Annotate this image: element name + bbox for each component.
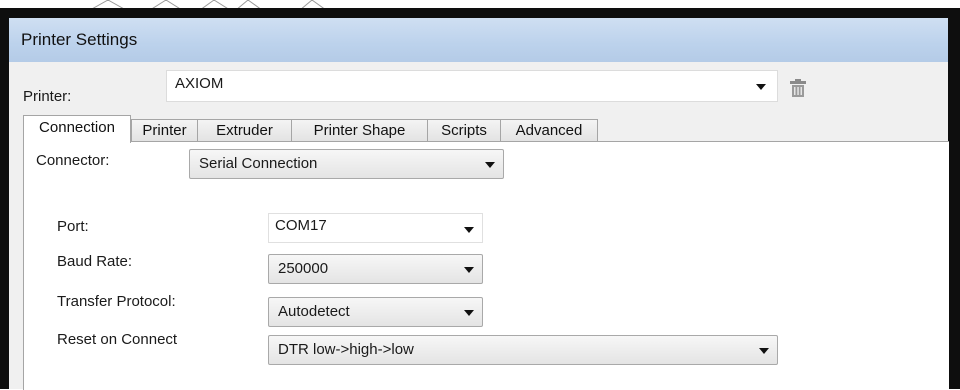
window-client-area: Printer: AXIOM Connection Printer Extrud… bbox=[9, 62, 949, 390]
tab-printer-shape[interactable]: Printer Shape bbox=[291, 119, 428, 142]
dropdown-arrow-icon bbox=[756, 84, 766, 90]
dropdown-arrow-icon bbox=[485, 162, 495, 168]
tab-scripts[interactable]: Scripts bbox=[427, 119, 501, 142]
transfer-protocol-label: Transfer Protocol: bbox=[57, 293, 176, 310]
printer-select[interactable]: AXIOM bbox=[166, 70, 778, 102]
tab-connection[interactable]: Connection bbox=[23, 115, 131, 143]
printer-settings-window: Printer Settings Printer: AXIOM Connecti… bbox=[0, 8, 960, 390]
tab-advanced[interactable]: Advanced bbox=[500, 119, 598, 142]
transfer-protocol-select-value: Autodetect bbox=[278, 303, 350, 320]
connector-select-value: Serial Connection bbox=[199, 155, 318, 172]
port-label: Port: bbox=[57, 218, 89, 235]
port-select[interactable]: COM17 bbox=[268, 213, 483, 243]
connector-label: Connector: bbox=[36, 152, 110, 169]
dropdown-arrow-icon bbox=[464, 267, 474, 273]
baud-rate-select[interactable]: 250000 bbox=[268, 254, 483, 284]
dropdown-arrow-icon bbox=[464, 227, 474, 233]
tab-printer[interactable]: Printer bbox=[131, 119, 198, 142]
baud-rate-select-value: 250000 bbox=[278, 260, 329, 277]
title-bar: Printer Settings bbox=[9, 18, 948, 62]
baud-rate-label: Baud Rate: bbox=[57, 253, 133, 270]
port-select-value: COM17 bbox=[275, 217, 327, 234]
reset-on-connect-select-value: DTR low->high->low bbox=[278, 341, 414, 358]
dropdown-arrow-icon bbox=[464, 310, 474, 316]
tab-extruder[interactable]: Extruder bbox=[197, 119, 292, 142]
printer-select-value: AXIOM bbox=[175, 75, 224, 92]
trash-icon[interactable] bbox=[790, 79, 806, 97]
connection-tab-panel: Connector: Serial Connection Port: COM17… bbox=[23, 141, 949, 390]
dropdown-arrow-icon bbox=[759, 348, 769, 354]
reset-on-connect-label: Reset on Connect bbox=[57, 331, 178, 348]
printer-label: Printer: bbox=[23, 88, 72, 105]
connector-select[interactable]: Serial Connection bbox=[189, 149, 504, 179]
window-title: Printer Settings bbox=[21, 30, 138, 49]
reset-on-connect-select[interactable]: DTR low->high->low bbox=[268, 335, 778, 365]
transfer-protocol-select[interactable]: Autodetect bbox=[268, 297, 483, 327]
